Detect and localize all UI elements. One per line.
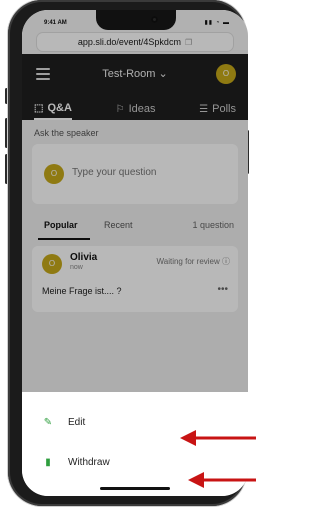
trash-icon: ▮ (45, 456, 51, 468)
annotation-arrow-withdraw (188, 472, 256, 488)
pencil-icon: ✎ (43, 416, 53, 428)
annotation-arrow-edit (180, 430, 256, 446)
phone-screen: 9:41 AM ▮▮ ◔ ▬ app.sli.do/event/4Spkdcm … (22, 10, 248, 496)
camera-icon (151, 16, 158, 23)
home-indicator (100, 487, 170, 490)
stage: 9:41 AM ▮▮ ◔ ▬ app.sli.do/event/4Spkdcm … (0, 0, 256, 508)
withdraw-label: Withdraw (68, 456, 110, 468)
edit-label: Edit (68, 416, 86, 428)
modal-backdrop[interactable] (22, 10, 248, 392)
notch (96, 10, 176, 30)
